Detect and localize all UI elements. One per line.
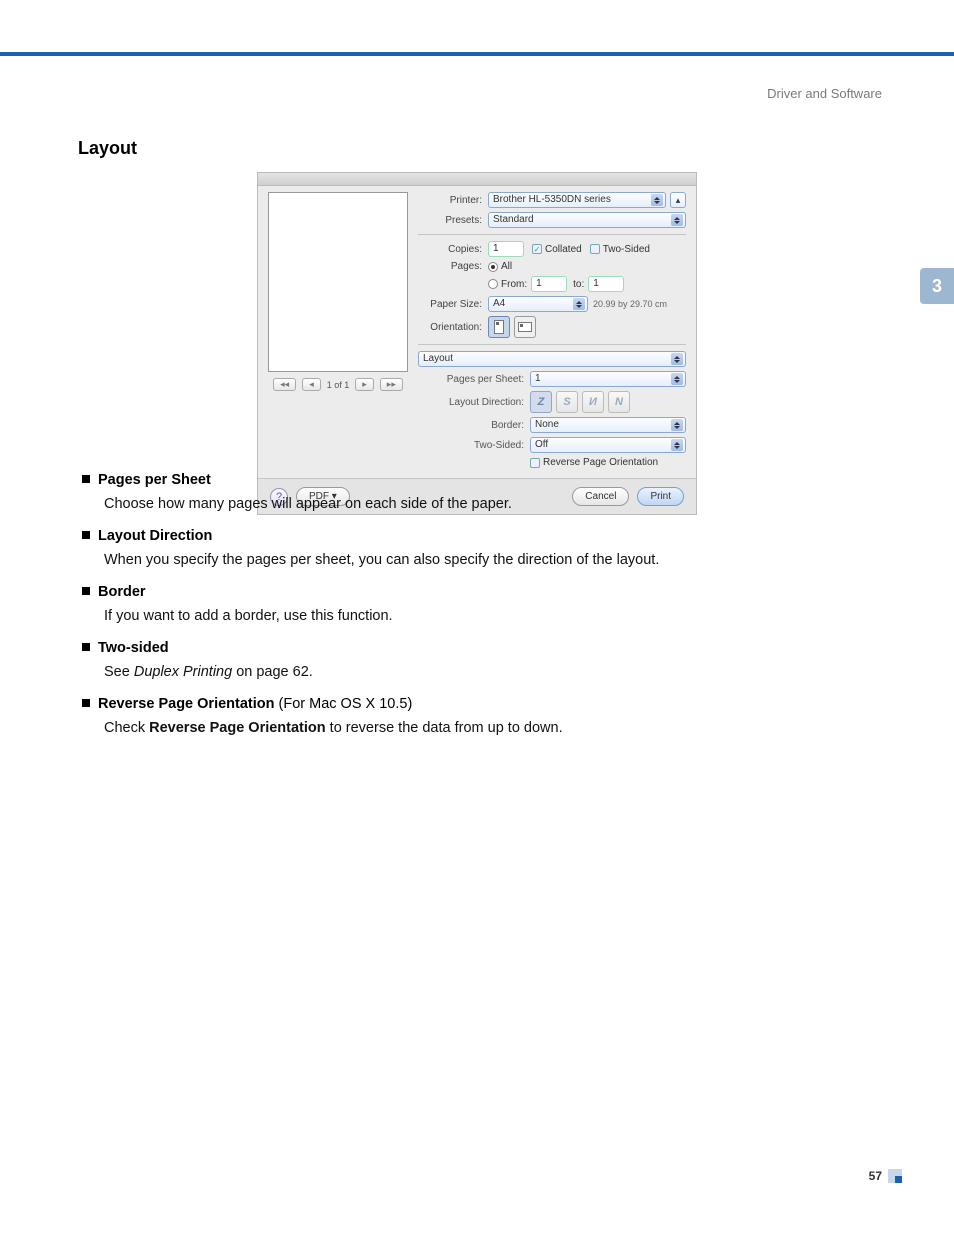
collapse-button[interactable]: ▴: [670, 192, 686, 208]
top-bar: [0, 52, 954, 56]
duplex-printing-link[interactable]: Duplex Printing: [134, 664, 232, 680]
item-reverse-desc: Check Reverse Page Orientation to revers…: [104, 720, 882, 736]
pages-all-label: All: [501, 261, 512, 272]
item-border-title: Border: [82, 584, 882, 600]
label-border: Border:: [418, 420, 530, 431]
pager-last-button[interactable]: ▸▸: [380, 378, 403, 391]
label-pages: Pages:: [418, 261, 488, 272]
two-sided-checkbox-label: Two-Sided: [603, 244, 650, 255]
chapter-tab: 3: [920, 268, 954, 304]
section-heading-layout: Layout: [78, 138, 137, 159]
label-printer: Printer:: [418, 195, 488, 206]
item-two-sided-desc: See Duplex Printing on page 62.: [104, 664, 882, 680]
dialog-titlebar: [258, 173, 696, 186]
pages-per-sheet-select[interactable]: 1: [530, 371, 686, 387]
breadcrumb: Driver and Software: [767, 86, 882, 101]
layout-direction-2-button[interactable]: S: [556, 391, 578, 413]
label-presets: Presets:: [418, 215, 488, 226]
page-accent: [888, 1169, 902, 1183]
copies-input[interactable]: 1: [488, 241, 524, 257]
layout-direction-3-button[interactable]: И: [582, 391, 604, 413]
item-two-sided-title: Two-sided: [82, 640, 882, 656]
pager-prev-button[interactable]: ◂: [302, 378, 321, 391]
pages-all-radio[interactable]: [488, 262, 498, 272]
paper-dimensions: 20.99 by 29.70 cm: [593, 299, 667, 309]
reverse-orientation-checkbox[interactable]: [530, 458, 540, 468]
layout-direction-1-button[interactable]: Z: [530, 391, 552, 413]
item-layout-direction-title: Layout Direction: [82, 528, 882, 544]
label-orientation: Orientation:: [418, 322, 488, 333]
label-two-sided: Two-Sided:: [418, 440, 530, 451]
collated-label: Collated: [545, 244, 582, 255]
label-copies: Copies:: [418, 244, 488, 255]
orientation-landscape-button[interactable]: [514, 316, 536, 338]
to-input[interactable]: 1: [588, 276, 624, 292]
label-pages-per-sheet: Pages per Sheet:: [418, 374, 530, 385]
pages-from-radio[interactable]: [488, 279, 498, 289]
item-pages-per-sheet-title: Pages per Sheet: [82, 472, 882, 488]
collated-checkbox[interactable]: ✓: [532, 244, 542, 254]
orientation-portrait-button[interactable]: [488, 316, 510, 338]
label-paper-size: Paper Size:: [418, 299, 488, 310]
pager-status: 1 of 1: [327, 380, 350, 390]
options-panel-select[interactable]: Layout: [418, 351, 686, 367]
item-layout-direction-desc: When you specify the pages per sheet, yo…: [104, 552, 882, 568]
print-dialog: ◂◂ ◂ 1 of 1 ▸ ▸▸ Printer: Brother HL-535…: [257, 172, 697, 515]
from-input[interactable]: 1: [531, 276, 567, 292]
item-reverse-title: Reverse Page Orientation (For Mac OS X 1…: [82, 696, 882, 712]
pager-next-button[interactable]: ▸: [355, 378, 374, 391]
page-number: 57: [869, 1169, 882, 1183]
presets-select[interactable]: Standard: [488, 212, 686, 228]
label-from: From:: [501, 279, 527, 290]
page-preview: [268, 192, 408, 372]
pager-first-button[interactable]: ◂◂: [273, 378, 296, 391]
two-sided-select[interactable]: Off: [530, 437, 686, 453]
reverse-orientation-label: Reverse Page Orientation: [543, 457, 658, 468]
two-sided-checkbox[interactable]: [590, 244, 600, 254]
paper-size-select[interactable]: A4: [488, 296, 588, 312]
item-pages-per-sheet-desc: Choose how many pages will appear on eac…: [104, 496, 882, 512]
printer-select[interactable]: Brother HL-5350DN series: [488, 192, 666, 208]
label-layout-direction: Layout Direction:: [418, 397, 530, 408]
label-to: to:: [573, 279, 584, 290]
item-border-desc: If you want to add a border, use this fu…: [104, 608, 882, 624]
layout-direction-4-button[interactable]: N: [608, 391, 630, 413]
border-select[interactable]: None: [530, 417, 686, 433]
